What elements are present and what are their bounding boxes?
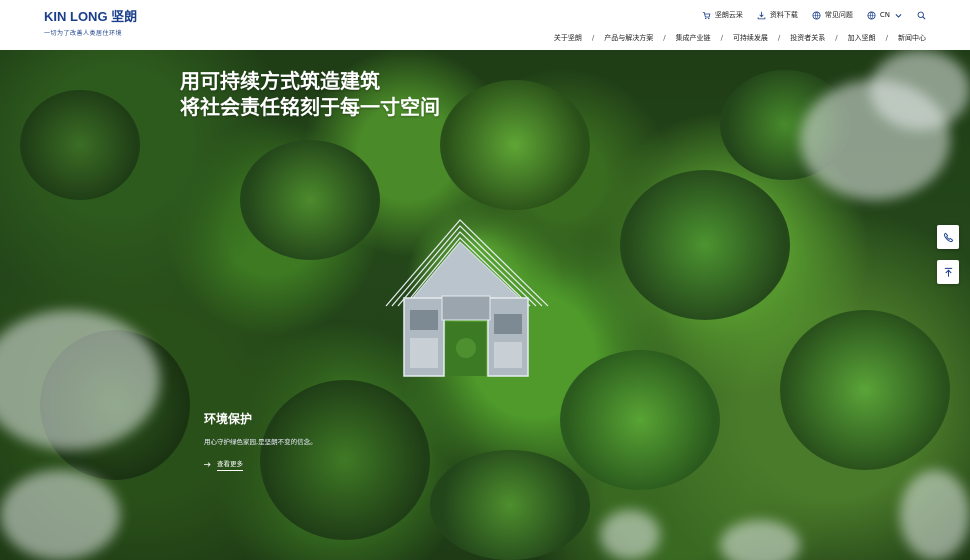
hero-headline: 用可持续方式筑造建筑 将社会责任铭刻于每一寸空间 — [180, 68, 440, 120]
nav-item-investors[interactable]: 投资者关系 — [790, 33, 825, 43]
cart-icon — [702, 11, 711, 19]
nav-separator: / — [835, 34, 838, 42]
cloud-procurement-label: 坚朗云采 — [714, 11, 743, 19]
section-title: 环境保护 — [204, 412, 253, 426]
nav-item-sustainability[interactable]: 可持续发展 — [733, 33, 768, 43]
globe-icon — [867, 10, 876, 20]
nav-separator: / — [663, 34, 666, 42]
view-more-label: 查看更多 — [217, 458, 243, 471]
brand-logo[interactable]: KIN LONG 坚朗 一切为了改善人类居住环境 — [44, 9, 138, 38]
download-label: 资料下载 — [769, 11, 798, 19]
language-label: CN — [879, 11, 890, 19]
arrow-right-icon — [204, 462, 211, 467]
cloud — [870, 50, 970, 130]
arrow-up-icon — [944, 267, 952, 277]
back-to-top-button[interactable] — [937, 260, 959, 284]
forest-canopy — [440, 80, 590, 210]
nav-separator: / — [720, 34, 723, 42]
cloud — [600, 510, 660, 560]
logo-slogan: 一切为了改善人类居住环境 — [44, 30, 123, 37]
forest-canopy — [780, 310, 950, 470]
download-link[interactable]: 资料下载 — [757, 10, 798, 20]
cloud — [900, 470, 970, 560]
page: KIN LONG 坚朗 一切为了改善人类居住环境 坚朗云采 资料下载 常见问题 … — [0, 0, 970, 560]
nav-separator: / — [885, 34, 888, 42]
nav-item-news[interactable]: 新闻中心 — [898, 33, 926, 43]
nav-item-about[interactable]: 关于坚朗 — [554, 33, 582, 43]
view-more-link[interactable]: 查看更多 — [204, 458, 317, 471]
search-button[interactable] — [917, 11, 926, 20]
faq-link[interactable]: 常见问题 — [812, 10, 853, 20]
forest-canopy — [240, 140, 380, 260]
chevron-down-icon — [895, 13, 902, 18]
headline-line-2: 将社会责任铭刻于每一寸空间 — [180, 95, 440, 119]
search-icon — [917, 11, 926, 19]
main-nav: 关于坚朗 / 产品与解决方案 / 集成产业链 / 可持续发展 / 投资者关系 /… — [554, 33, 926, 43]
phone-icon — [943, 232, 953, 242]
download-icon — [757, 11, 766, 19]
cloud-procurement-link[interactable]: 坚朗云采 — [702, 10, 743, 20]
hero-banner: 用可持续方式筑造建筑 将社会责任铭刻于每一寸空间 环境保护 用心守护绿色家园,是… — [0, 50, 970, 560]
forest-canopy — [20, 90, 140, 200]
utility-bar: 坚朗云采 资料下载 常见问题 CN — [702, 10, 926, 20]
logo-brand-text: KIN LONG 坚朗 — [44, 9, 138, 24]
cloud — [0, 470, 120, 560]
contact-phone-button[interactable] — [937, 225, 959, 249]
forest-canopy — [560, 350, 720, 490]
forest-canopy — [430, 450, 590, 560]
cloud — [720, 520, 800, 560]
language-selector[interactable]: CN — [867, 10, 903, 20]
section-info: 环境保护 用心守护绿色家园,是坚朗不变的信念。 查看更多 — [204, 410, 317, 471]
forest-canopy — [620, 170, 790, 320]
section-description: 用心守护绿色家园,是坚朗不变的信念。 — [204, 438, 317, 446]
faq-label: 常见问题 — [824, 11, 853, 19]
site-header: KIN LONG 坚朗 一切为了改善人类居住环境 坚朗云采 资料下载 常见问题 … — [0, 0, 970, 50]
nav-separator: / — [591, 34, 595, 42]
headline-line-1: 用可持续方式筑造建筑 — [180, 69, 380, 93]
globe-faq-icon — [812, 10, 821, 20]
nav-item-products[interactable]: 产品与解决方案 — [604, 33, 653, 43]
nav-item-careers[interactable]: 加入坚朗 — [848, 33, 876, 43]
nav-separator: / — [777, 34, 781, 42]
nav-item-industry-chain[interactable]: 集成产业链 — [676, 33, 711, 43]
house-illustration — [385, 219, 549, 377]
